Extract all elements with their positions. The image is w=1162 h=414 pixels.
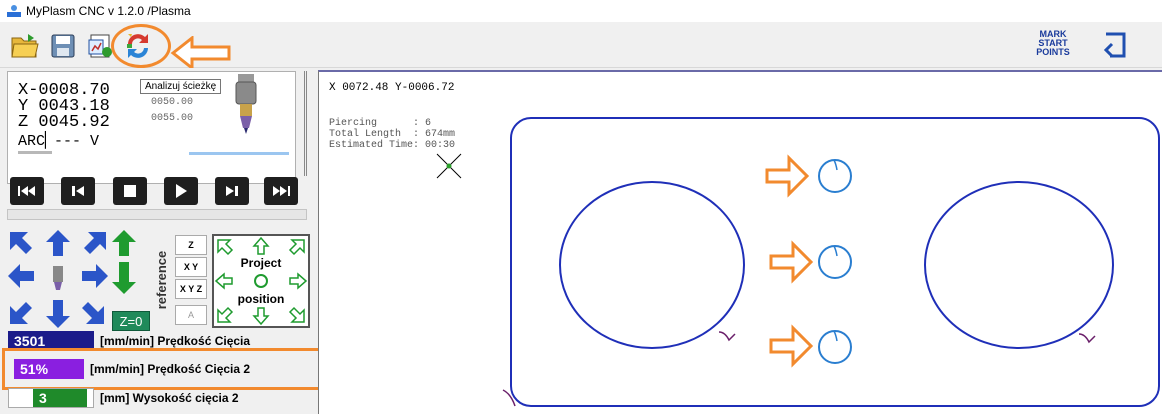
toolbar: MARK START POINTS — [0, 22, 1162, 70]
floppy-disk-icon — [51, 34, 75, 58]
jog-down-right-icon[interactable] — [82, 302, 104, 324]
control-panel: X-0008.70 Y 0043.18 Z 0045.92 ARC▏--- V … — [0, 68, 330, 414]
skip-last-icon — [273, 186, 290, 196]
mark-start-points-button[interactable]: MARK START POINTS — [1036, 30, 1070, 62]
app-window: MyPlasm CNC v 1.2.0 /Plasma MARK START P… — [0, 0, 1162, 414]
skip-first-icon — [18, 186, 35, 196]
toolpath-drawing — [436, 117, 1160, 407]
z-down-icon[interactable] — [112, 262, 136, 294]
small-hole-1-lead — [833, 159, 838, 171]
z-readout: Z 0045.92 — [18, 113, 110, 132]
skip-end-button[interactable] — [264, 177, 298, 205]
small-hole-2-lead — [833, 245, 838, 257]
orange-arrow-right-icon — [769, 240, 814, 284]
jog-down-icon[interactable] — [46, 300, 70, 328]
step-back-icon — [72, 186, 84, 196]
folder-open-icon — [11, 34, 39, 58]
play-icon — [176, 184, 187, 198]
save-button[interactable] — [46, 29, 80, 63]
speed-label: [mm/min] Prędkość Cięcia — [100, 334, 251, 348]
return-arrow-icon — [1103, 32, 1126, 58]
torch-small-icon — [53, 266, 63, 290]
arc-readout: ARC▏--- V — [18, 133, 100, 150]
return-button[interactable] — [1098, 30, 1132, 64]
lead-in-marker — [502, 389, 516, 407]
height2-label: [mm] Wysokość cięcia 2 — [100, 391, 239, 405]
reference-a-button[interactable]: A — [175, 305, 207, 325]
readout-scrollbar[interactable] — [303, 71, 313, 184]
previous-button[interactable] — [61, 177, 95, 205]
app-icon — [7, 5, 21, 17]
crosshair-icon — [436, 153, 462, 179]
speed2-label: [mm/min] Prędkość Cięcia 2 — [90, 362, 251, 376]
speed2-field[interactable]: 51% [mm/min] Prędkość Cięcia 2 — [14, 358, 322, 380]
orange-arrow-right-icon — [765, 154, 810, 198]
points-label: POINTS — [1036, 47, 1070, 57]
next-button[interactable] — [215, 177, 249, 205]
z-up-icon[interactable] — [112, 230, 136, 256]
step-forward-icon — [226, 186, 238, 196]
project-arrows-icon — [214, 236, 308, 326]
small-hole-1 — [818, 159, 852, 193]
reference-xyz-button[interactable]: X Y Z — [175, 279, 207, 299]
speed2-value[interactable]: 51% — [14, 359, 84, 379]
z-target: 0055.00 — [151, 113, 194, 124]
jog-up-icon[interactable] — [46, 230, 70, 256]
large-circle-right — [924, 181, 1114, 349]
project-position-panel[interactable]: Project position — [212, 234, 310, 328]
tooltip: Analizuj ścieżkę — [140, 79, 222, 94]
z-level-bar — [189, 152, 289, 155]
arc-indicator — [18, 151, 52, 154]
reference-z-button[interactable]: Z — [175, 235, 207, 255]
jog-up-left-icon[interactable] — [10, 232, 32, 254]
reference-xy-button[interactable]: X Y — [175, 257, 207, 277]
stop-icon — [124, 185, 136, 197]
stop-button[interactable] — [113, 177, 147, 205]
height2-field[interactable]: 3 [mm] Wysokość cięcia 2 — [8, 387, 316, 409]
orange-arrow-left-icon — [170, 36, 231, 70]
large-circle-left — [559, 181, 745, 349]
rewind-start-button[interactable] — [10, 177, 44, 205]
reference-label: reference — [154, 250, 169, 310]
lead-in-right — [1078, 333, 1096, 344]
small-hole-3 — [818, 330, 852, 364]
position-label: position — [237, 292, 285, 306]
title-bar: MyPlasm CNC v 1.2.0 /Plasma — [0, 0, 1162, 22]
project-label: Project — [240, 256, 282, 270]
y-target: 0050.00 — [151, 97, 194, 108]
height2-box: 3 — [8, 388, 94, 408]
jog-right-icon[interactable] — [82, 264, 108, 288]
window-title: MyPlasm CNC v 1.2.0 /Plasma — [26, 4, 191, 18]
small-hole-2 — [818, 245, 852, 279]
open-file-button[interactable] — [8, 29, 42, 63]
highlight-circle — [111, 24, 171, 68]
lead-in-left — [718, 331, 736, 342]
small-hole-3-lead — [833, 330, 838, 342]
progress-bar — [7, 209, 307, 220]
orange-arrow-right-icon — [769, 324, 814, 368]
jog-up-right-icon[interactable] — [84, 232, 106, 254]
play-button[interactable] — [164, 177, 198, 205]
plasma-torch-icon — [235, 74, 257, 134]
jog-down-left-icon[interactable] — [10, 302, 32, 324]
jog-left-icon[interactable] — [8, 264, 34, 288]
height2-value[interactable]: 3 — [33, 389, 87, 407]
preview-canvas[interactable]: X 0072.48 Y-0006.72 Piercing : 6 Total L… — [318, 70, 1162, 414]
z-zero-button[interactable]: Z=0 — [112, 311, 150, 331]
